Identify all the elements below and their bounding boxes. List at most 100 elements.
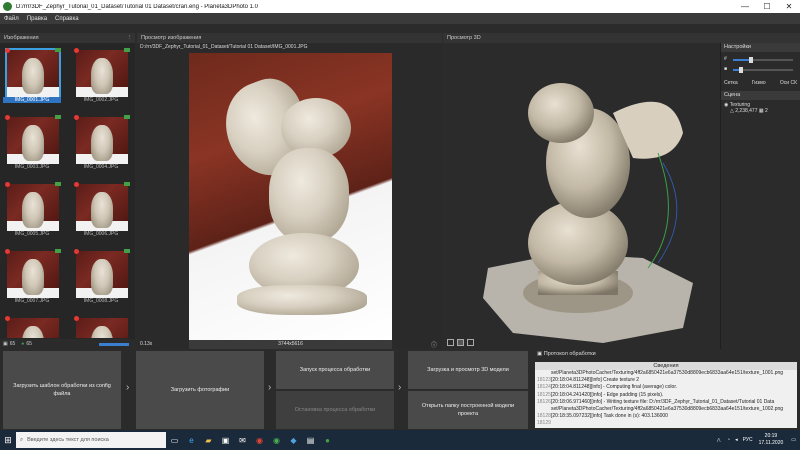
folder-icon[interactable]: ▰	[200, 430, 217, 450]
stop-processing-button[interactable]: Остановка процесса обработки	[276, 391, 394, 429]
thumbnail-label: IMG_0001.JPG	[3, 97, 61, 103]
load-template-button[interactable]: Загрузить шаблон обработки из config фай…	[3, 351, 121, 429]
close-button[interactable]: ✕	[778, 0, 800, 13]
thumbnail[interactable]	[3, 314, 61, 338]
axes-toggle[interactable]: Оси СК	[780, 80, 797, 86]
panel-menu-icon[interactable]: ⋮	[127, 33, 133, 43]
thumbnail[interactable]	[72, 314, 130, 338]
language-indicator[interactable]: РУС	[743, 437, 753, 443]
remove-icon[interactable]	[5, 48, 10, 53]
thumbnail-image	[76, 318, 128, 338]
view-mode-grid-icon[interactable]	[457, 339, 464, 346]
load-photos-button[interactable]: Загрузить фотографии	[136, 351, 264, 429]
grid-toggle[interactable]: Сетка	[724, 80, 738, 86]
mail-icon[interactable]: ✉	[234, 430, 251, 450]
thumbnail[interactable]: IMG_0007.JPG	[3, 247, 61, 304]
image-viewer: D:/rrr/3DF_Zephyr_Tutorial_01_Dataset/Tu…	[137, 43, 442, 349]
remove-icon[interactable]	[5, 249, 10, 254]
gizmo-toggle[interactable]: Гизмо	[752, 80, 766, 86]
display-toggles: Сетка Гизмо Оси СК	[721, 78, 800, 87]
visibility-icon[interactable]: ◉	[724, 102, 728, 108]
log-collapse-icon[interactable]: ▣	[537, 351, 542, 357]
vertices-icon: △	[730, 108, 734, 114]
network-icon[interactable]: ◔	[727, 437, 730, 443]
thumbnail[interactable]: IMG_0008.JPG	[72, 247, 130, 304]
remove-icon[interactable]	[74, 249, 79, 254]
thumbnail[interactable]: IMG_0003.JPG	[3, 113, 61, 170]
windows-start-icon[interactable]: ⊞	[0, 430, 16, 450]
search-placeholder: Введите здесь текст для поиска	[27, 437, 109, 443]
tray-chevron-icon[interactable]: ˄	[716, 436, 721, 445]
load-view-model-button[interactable]: Загрузка и просмотр 3D модели	[408, 351, 528, 389]
remove-icon[interactable]	[74, 182, 79, 187]
thumbnail[interactable]: IMG_0005.JPG	[3, 180, 61, 237]
camera-icon	[124, 249, 130, 253]
app-icon-blue[interactable]: ◆	[285, 430, 302, 450]
menu-edit[interactable]: Правка	[27, 16, 47, 22]
viewport-3d[interactable]	[443, 43, 720, 349]
workflow-panel: Загрузить шаблон обработки из config фай…	[0, 349, 532, 430]
minimize-button[interactable]: —	[734, 0, 756, 13]
menu-file[interactable]: Файл	[4, 16, 19, 22]
task-view-icon[interactable]: ▭	[166, 430, 183, 450]
camera-count: 65	[26, 341, 32, 347]
start-processing-button[interactable]: Запуск процесса обработки	[276, 351, 394, 389]
remove-icon[interactable]	[5, 115, 10, 120]
store-icon[interactable]: ▣	[217, 430, 234, 450]
image-path: D:/rrr/3DF_Zephyr_Tutorial_01_Dataset/Tu…	[140, 44, 308, 50]
taskbar-search[interactable]: ⌕ Введите здесь текст для поиска	[16, 432, 166, 448]
thumbnail-image	[7, 318, 59, 338]
app-icon	[3, 2, 12, 11]
thumbnail-label: IMG_0006.JPG	[83, 231, 119, 237]
thumbnail[interactable]: IMG_0001.JPG	[3, 46, 61, 103]
thumbnail-image	[7, 117, 59, 164]
settings-header: Настройки	[721, 43, 800, 52]
title-bar: D:/rrr/3DF_Zephyr_Tutorial_01_Dataset/Tu…	[0, 0, 800, 13]
remove-icon[interactable]	[74, 48, 79, 53]
app-icon-green[interactable]: ◉	[268, 430, 285, 450]
viewer-panel-title: Просмотр изображения	[141, 35, 202, 41]
camera-icon	[55, 182, 61, 186]
size-slider[interactable]	[99, 342, 129, 346]
grid-size-slider[interactable]	[733, 57, 793, 63]
view-mode-split-icon[interactable]	[467, 339, 474, 346]
planeta-app-icon[interactable]: ●	[319, 430, 336, 450]
thumbnail-image	[76, 50, 128, 97]
open-model-folder-button[interactable]: Открыть папку построенной модели проекта	[408, 391, 528, 429]
notifications-icon[interactable]: ▭	[791, 437, 796, 443]
photo-canvas[interactable]	[189, 53, 392, 340]
thumbnail-label: IMG_0007.JPG	[14, 298, 50, 304]
remove-icon[interactable]	[5, 316, 10, 321]
chrome-icon[interactable]: ◉	[251, 430, 268, 450]
clock[interactable]: 20:19 17.11.2020	[759, 433, 784, 447]
log-caption: Сведения	[535, 362, 797, 370]
menu-help[interactable]: Справка	[55, 16, 79, 22]
log-panel: ▣ Протокол обработки Сведения set/Planet…	[533, 349, 800, 430]
edge-icon[interactable]: e	[183, 430, 200, 450]
settings-sliders: # ■	[721, 52, 800, 78]
point-size-slider[interactable]	[733, 67, 793, 73]
thumbnail[interactable]: IMG_0002.JPG	[72, 46, 130, 103]
chevron-right-icon: ›	[268, 382, 272, 393]
log-header: ▣ Протокол обработки	[533, 349, 800, 360]
log-output[interactable]: Сведения set/Planeta3DPhotoCacher/Textur…	[535, 362, 797, 428]
camera-icon	[55, 115, 61, 119]
camera-icon	[124, 182, 130, 186]
thumbnail[interactable]: IMG_0006.JPG	[72, 180, 130, 237]
thumbnail[interactable]: IMG_0004.JPG	[72, 113, 130, 170]
remove-icon[interactable]	[5, 182, 10, 187]
search-icon: ⌕	[20, 436, 24, 443]
info-icon[interactable]: ⓘ	[431, 340, 437, 349]
maximize-button[interactable]: ☐	[756, 0, 778, 13]
camera-icon	[55, 249, 61, 253]
remove-icon[interactable]	[74, 316, 79, 321]
thumbnail-label: IMG_0008.JPG	[83, 298, 119, 304]
remove-icon[interactable]	[74, 115, 79, 120]
log-line: 18124[20:18:04.811248][info] - Computing…	[537, 384, 678, 391]
scene-item[interactable]: ◉ Texturing △ 2,238,477 ▦ 2	[721, 100, 800, 116]
app-icon-gray[interactable]: ▤	[302, 430, 319, 450]
volume-icon[interactable]: ◂	[735, 437, 738, 443]
log-line: 18123[20:18:04.811248][info] Create text…	[537, 377, 640, 384]
thumbnail-image	[76, 184, 128, 231]
view-mode-single-icon[interactable]	[447, 339, 454, 346]
